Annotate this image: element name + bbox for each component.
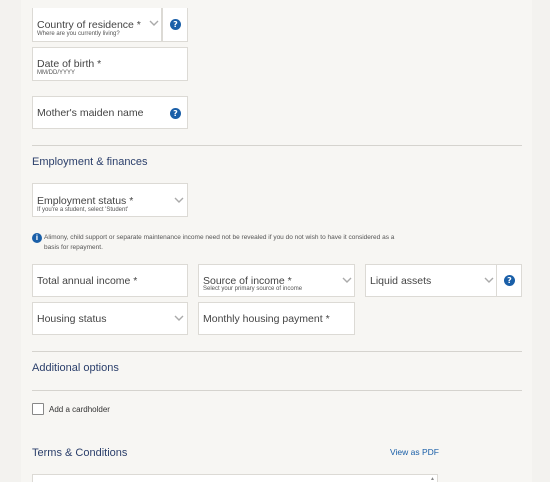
chevron-down-icon (484, 277, 494, 286)
terms-text-box[interactable]: ▲ (32, 474, 438, 482)
add-cardholder-checkbox[interactable] (32, 403, 44, 415)
employment-status-hint: If you're a student, select 'Student' (37, 207, 129, 213)
question-mark-icon[interactable]: ? (170, 108, 181, 119)
country-label: Country of residence * (37, 19, 141, 31)
chevron-down-icon (174, 197, 184, 206)
employment-section-title: Employment & finances (32, 156, 148, 168)
liquid-assets-select[interactable]: Liquid assets (365, 264, 497, 297)
source-of-income-select[interactable]: Source of income * Select your primary s… (198, 264, 355, 297)
question-mark-icon[interactable]: ? (504, 275, 515, 286)
chevron-down-icon (149, 20, 159, 29)
dob-label: Date of birth * (37, 58, 102, 70)
chevron-down-icon (342, 277, 352, 286)
monthly-housing-payment-field[interactable]: Monthly housing payment * (198, 302, 355, 335)
country-hint: Where are you currently living? (37, 31, 120, 37)
liquid-label: Liquid assets (370, 275, 432, 287)
income-disclosure-note: Alimony, child support or separate maint… (44, 234, 395, 251)
liquid-help-box: ? (496, 264, 522, 297)
section-divider (32, 145, 522, 146)
dob-hint: MM/DD/YYYY (37, 70, 76, 76)
add-cardholder-label[interactable]: Add a cardholder (49, 405, 110, 414)
maiden-label: Mother's maiden name (37, 107, 144, 119)
section-divider (32, 390, 522, 391)
country-help-box: ? (162, 8, 188, 42)
employment-status-label: Employment status * (37, 195, 134, 207)
income-label: Total annual income * (37, 275, 138, 287)
additional-options-title: Additional options (32, 362, 119, 374)
total-annual-income-field[interactable]: Total annual income * (32, 264, 188, 297)
question-mark-icon[interactable]: ? (170, 19, 181, 30)
info-icon: i (32, 233, 42, 243)
source-hint: Select your primary source of income (203, 286, 303, 292)
chevron-down-icon (174, 315, 184, 324)
view-as-pdf-link[interactable]: View as PDF (390, 447, 439, 457)
country-of-residence-select[interactable]: Country of residence * Where are you cur… (32, 8, 162, 42)
section-divider (32, 351, 522, 352)
date-of-birth-field[interactable]: Date of birth * MM/DD/YYYY (32, 47, 188, 81)
housing-payment-label: Monthly housing payment * (203, 313, 330, 325)
housing-status-label: Housing status (37, 313, 107, 325)
employment-status-select[interactable]: Employment status * If you're a student,… (32, 183, 188, 217)
mothers-maiden-name-field[interactable]: Mother's maiden name ? (32, 96, 188, 129)
terms-title: Terms & Conditions (32, 447, 128, 459)
scroll-up-icon[interactable]: ▲ (430, 476, 435, 482)
housing-status-select[interactable]: Housing status (32, 302, 188, 335)
